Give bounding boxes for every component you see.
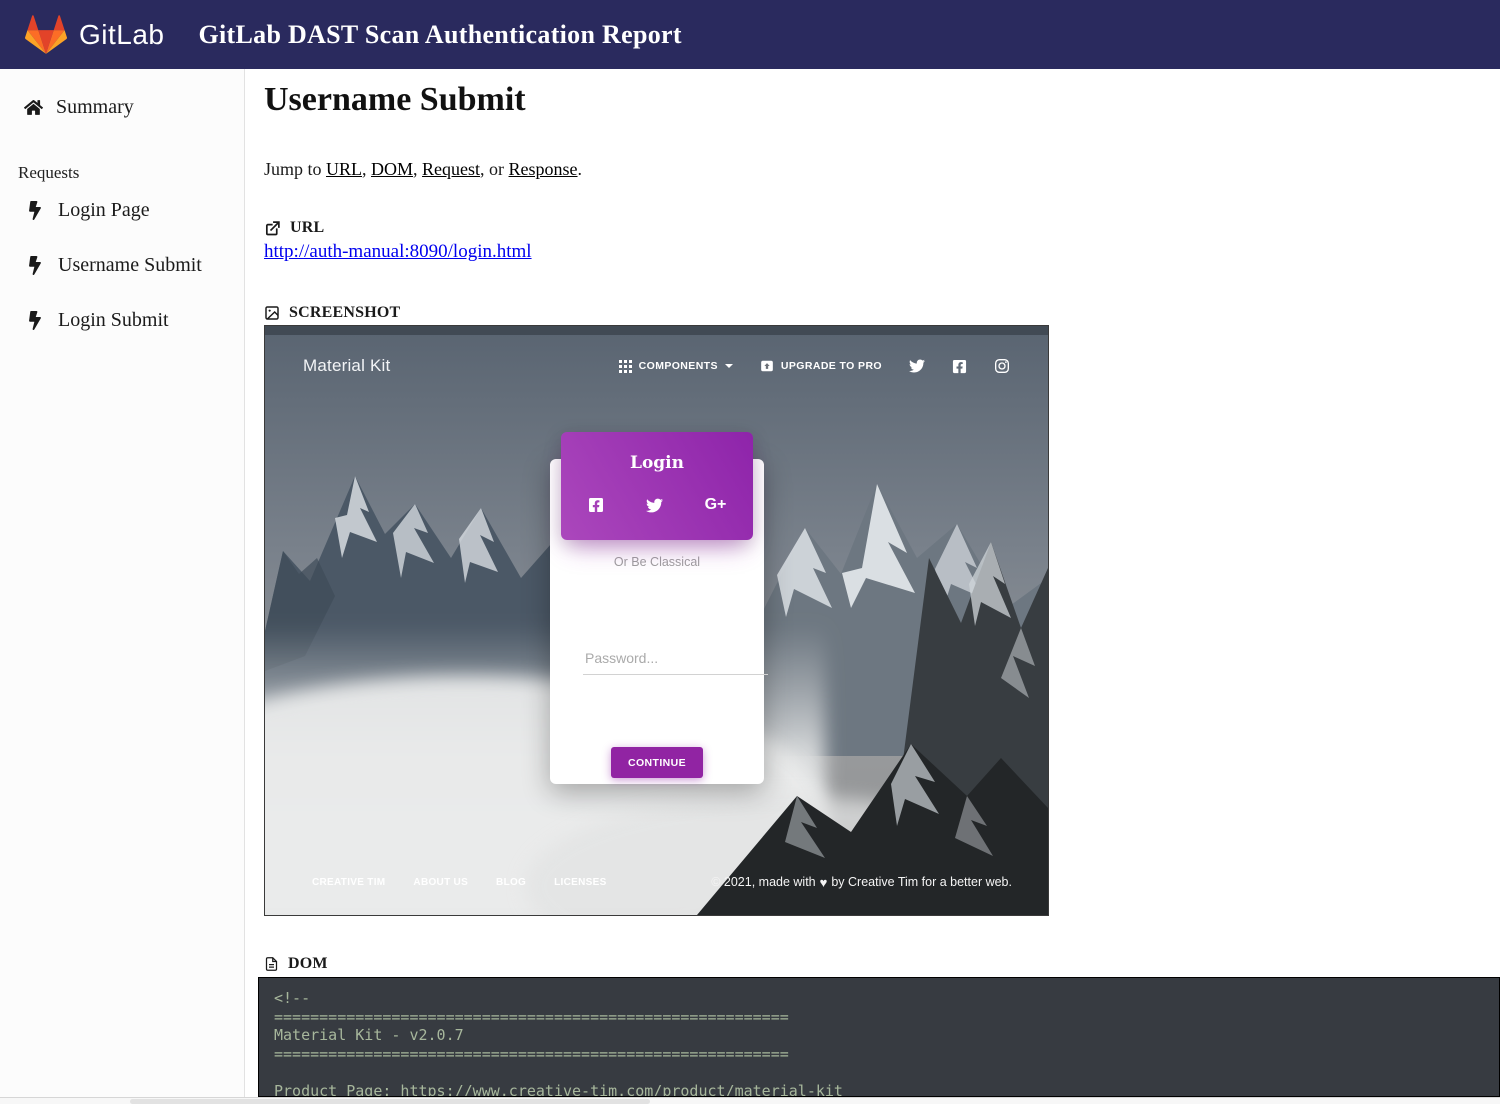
shot-footer-link: BLOG [496,877,526,888]
jump-link-dom[interactable]: DOM [371,159,413,179]
heart-icon: ♥ [820,876,828,889]
app-header: GitLab GitLab DAST Scan Authentication R… [0,0,1500,69]
sidebar-requests-label: Requests [18,163,79,183]
shot-navbar: Material Kit COMPONENTS UPGRADE TO PRO [265,326,1048,406]
instagram-icon [994,358,1010,374]
horizontal-scrollbar[interactable] [0,1097,1500,1104]
jump-link-request[interactable]: Request [422,159,480,179]
jump-link-url[interactable]: URL [326,159,362,179]
home-icon [24,99,43,116]
shot-login-title: Login [561,453,753,473]
shot-footer-links: CREATIVE TIM ABOUT US BLOG LICENSES [312,877,607,888]
jump-prefix: Jump to [264,159,326,179]
external-link-icon [264,220,281,237]
report-title: GitLab DAST Scan Authentication Report [199,20,682,50]
google-plus-icon: G+ [705,496,727,514]
url-section-label: URL [264,219,324,237]
bolt-icon [29,311,41,330]
sidebar-item-login-submit[interactable]: Login Submit [29,309,169,332]
shot-login-divider-text: Or Be Classical [550,555,764,569]
main-content: Username Submit Jump to URL, DOM, Reques… [264,69,1500,1104]
sidebar-item-summary[interactable]: Summary [24,96,134,119]
page-title: Username Submit [264,81,526,119]
dom-section-label: DOM [264,955,328,973]
sidebar: Summary Requests Login Page Username Sub… [0,69,245,1097]
facebook-icon [588,497,604,513]
sidebar-item-login-page[interactable]: Login Page [29,199,150,222]
dast-screenshot-image: Material Kit COMPONENTS UPGRADE TO PRO O… [264,325,1049,916]
shot-copyright: © 2021, made with ♥ by Creative Tim for … [711,875,1012,889]
shot-footer-link: CREATIVE TIM [312,877,385,888]
sidebar-item-label: Login Submit [58,309,169,332]
image-icon [264,305,280,321]
grid-icon [619,360,632,373]
dom-code-block[interactable]: <!-- ===================================… [258,977,1500,1097]
bolt-icon [29,201,41,220]
twitter-icon [646,497,663,514]
shot-continue-button: CONTINUE [611,747,703,778]
scrollbar-thumb[interactable] [130,1099,650,1104]
document-icon [264,956,279,972]
shot-navbar-right: COMPONENTS UPGRADE TO PRO [619,358,1010,374]
facebook-icon [952,359,967,374]
twitter-icon [909,358,925,374]
unarchive-icon [760,359,774,373]
target-url-link[interactable]: http://auth-manual:8090/login.html [264,241,532,263]
sidebar-item-label: Username Submit [58,254,202,277]
shot-brand: Material Kit [303,356,390,376]
shot-login-social-buttons: G+ [561,496,753,514]
shot-login-header-card: Login G+ [561,432,753,540]
jump-link-response[interactable]: Response [509,159,578,179]
screenshot-section-label: SCREENSHOT [264,304,400,322]
chevron-down-icon [725,364,733,368]
shot-password-row [572,646,748,675]
password-input [583,646,768,675]
shot-footer: CREATIVE TIM ABOUT US BLOG LICENSES © 20… [265,857,1048,915]
shot-footer-link: ABOUT US [413,877,468,888]
sidebar-item-label: Login Page [58,199,150,222]
sidebar-summary-label: Summary [56,96,134,119]
bolt-icon [29,256,41,275]
gitlab-logo-text: GitLab [79,19,165,51]
gitlab-tanuki-icon [25,15,67,54]
shot-upgrade-link: UPGRADE TO PRO [760,359,882,373]
shot-components-menu: COMPONENTS [619,360,733,373]
jump-links-line: Jump to URL, DOM, Request, or Response. [264,159,582,180]
shot-footer-link: LICENSES [554,877,606,888]
sidebar-item-username-submit[interactable]: Username Submit [29,254,202,277]
